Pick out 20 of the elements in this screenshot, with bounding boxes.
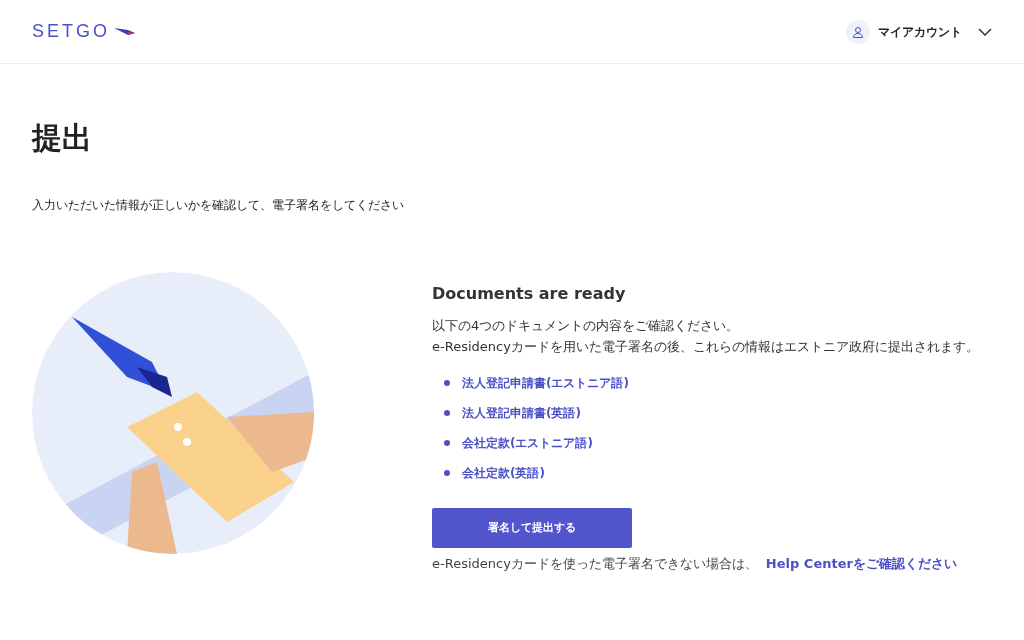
bullet-icon <box>444 410 450 416</box>
user-icon <box>846 19 870 44</box>
logo-text: SETGO <box>32 20 110 43</box>
document-link[interactable]: 会社定款(英語) <box>462 464 545 482</box>
help-center-link[interactable]: Help Centerをご確認ください <box>765 554 957 574</box>
document-link[interactable]: 法人登記申請書(英語) <box>462 404 581 422</box>
description-text: 以下の4つのドキュメントの内容をご確認ください。 <box>432 317 741 335</box>
page-title: 提出 <box>32 119 93 157</box>
documents-heading: Documents are ready <box>432 283 627 305</box>
document-link[interactable]: 法人登記申請書(エストニア語) <box>462 374 629 392</box>
account-menu[interactable]: マイアカウント <box>846 19 992 44</box>
bullet-icon <box>444 470 450 476</box>
description-text: e-Residencyカードを用いた電子署名の後、これらの情報はエストニア政府に提出されます。 <box>432 338 979 356</box>
sign-submit-button[interactable]: 署名して提出する <box>432 508 632 548</box>
bullet-icon <box>444 380 450 386</box>
bullet-icon <box>444 440 450 446</box>
help-text: e-Residencyカードを使った電子署名できない場合は、 <box>432 555 758 573</box>
document-link[interactable]: 会社定款(エストニア語) <box>462 434 593 452</box>
page-subtitle: 入力いただいた情報が正しいかを確認して、電子署名をしてください <box>32 197 405 214</box>
chevron-down-icon <box>978 27 992 36</box>
